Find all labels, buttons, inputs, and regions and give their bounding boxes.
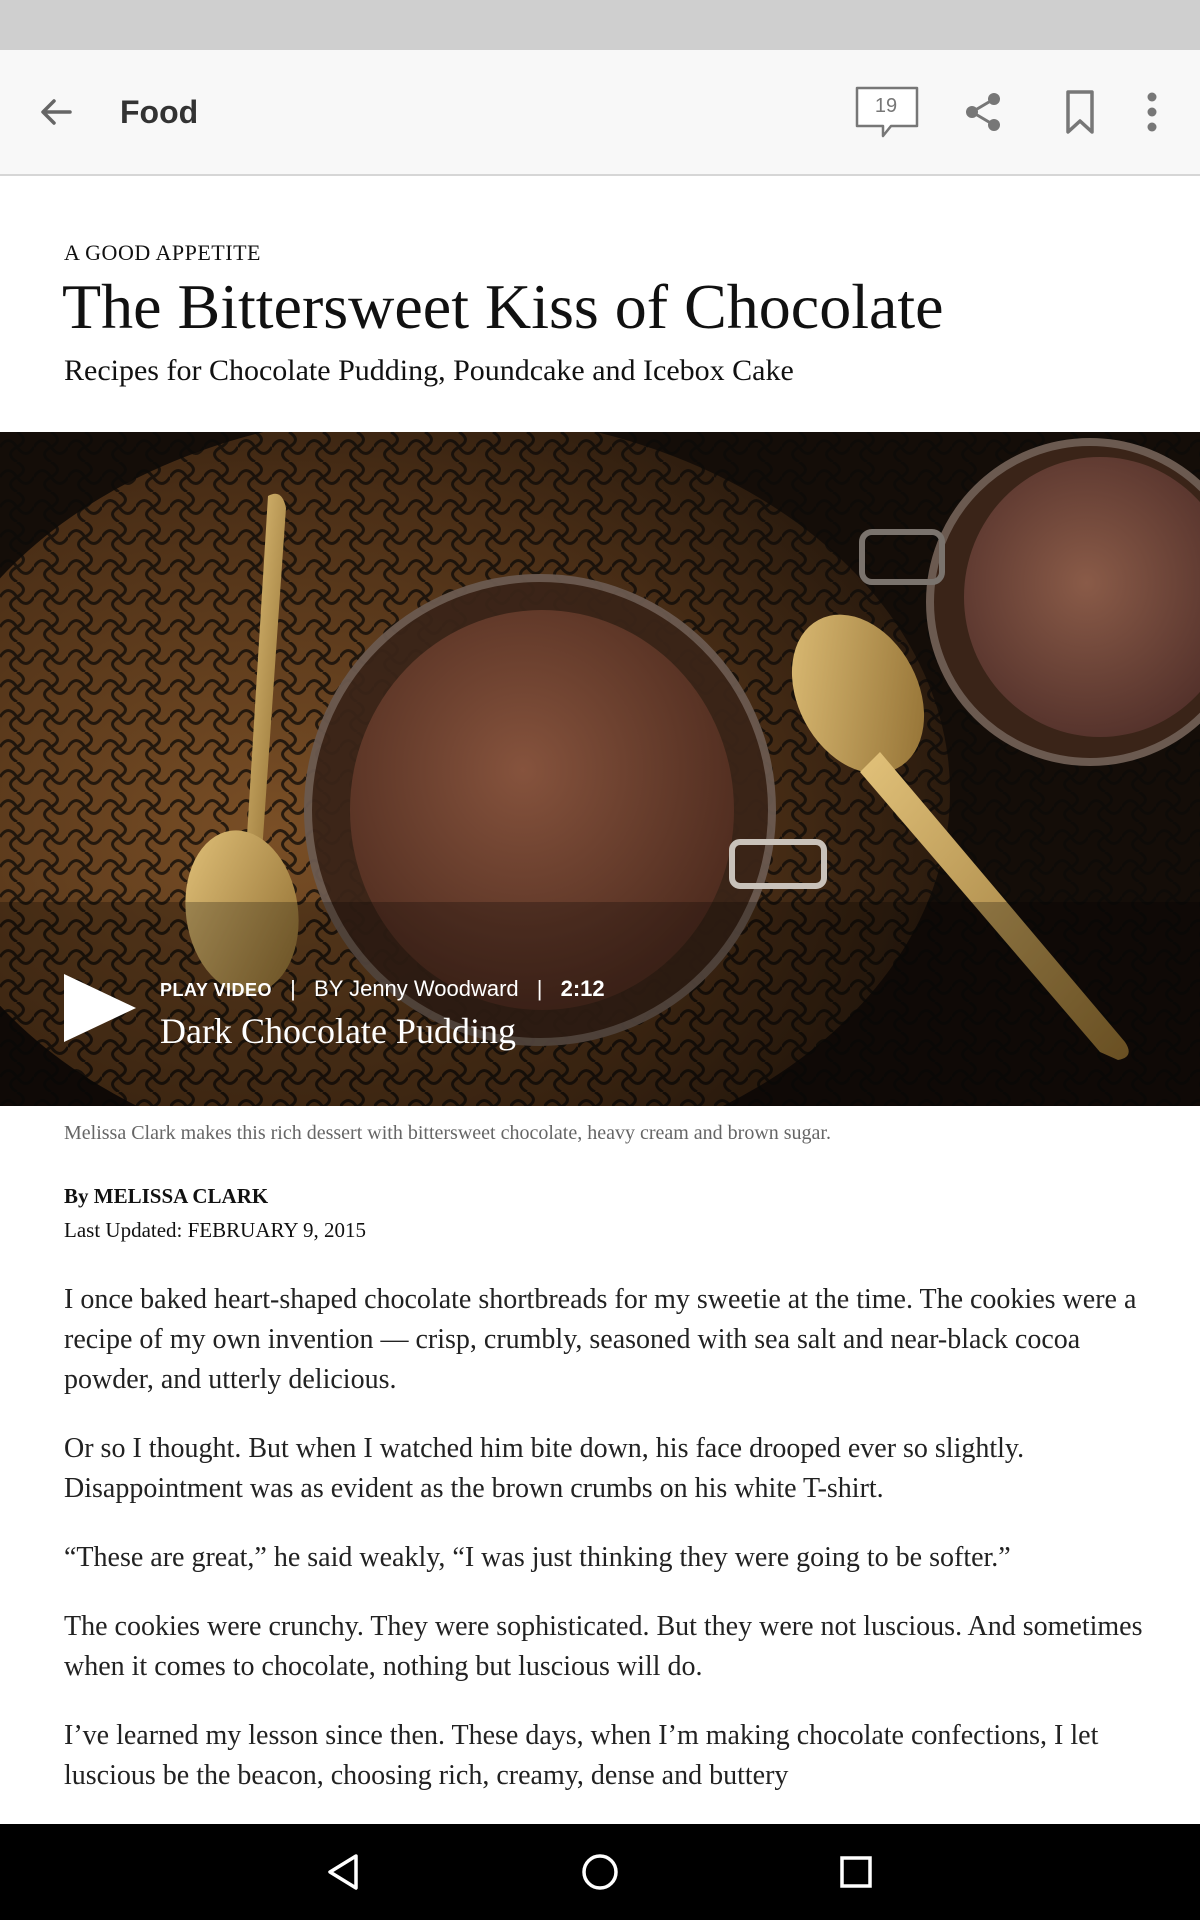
video-meta: PLAY VIDEO | BY Jenny Woodward | 2:12 [160, 976, 605, 1002]
comments-button[interactable]: 19 [855, 86, 921, 142]
article-deck: Recipes for Chocolate Pudding, Poundcake… [64, 354, 794, 387]
system-nav-bar [0, 1824, 1200, 1920]
video-duration: 2:12 [560, 976, 605, 1001]
section-title: Food [120, 94, 199, 130]
play-video-button[interactable] [62, 970, 138, 1046]
back-button[interactable] [30, 86, 82, 138]
circle-home-icon [582, 1854, 618, 1890]
comment-count: 19 [874, 95, 898, 117]
app-bar: Food 19 [0, 50, 1200, 176]
last-updated: Last Updated: FEBRUARY 9, 2015 [64, 1218, 366, 1242]
nav-recents-button[interactable] [832, 1848, 880, 1896]
article-byline[interactable]: By MELISSA CLARK [64, 1184, 268, 1209]
paragraph: I’ve learned my lesson since then. These… [64, 1720, 1099, 1791]
paragraph: “These are great,” he said weakly, “I wa… [64, 1542, 1011, 1573]
play-icon [64, 974, 136, 1042]
status-bar [0, 0, 1200, 50]
more-options-button[interactable] [1138, 88, 1166, 136]
video-player[interactable]: PLAY VIDEO | BY Jenny Woodward | 2:12 Da… [0, 432, 1200, 1106]
meta-separator: | [290, 976, 296, 1001]
share-icon [966, 93, 1000, 131]
paragraph: The cookies were crunchy. They were soph… [64, 1611, 1143, 1682]
image-caption: Melissa Clark makes this rich dessert wi… [64, 1122, 831, 1144]
article-body: I once baked heart-shaped chocolate shor… [64, 1280, 1144, 1824]
meta-separator: | [536, 976, 543, 1001]
video-thumbnail [0, 432, 1200, 1106]
paragraph: I once baked heart-shaped chocolate shor… [64, 1284, 1137, 1395]
arrow-left-icon [41, 99, 72, 125]
nav-home-button[interactable] [576, 1848, 624, 1896]
article-headline: The Bittersweet Kiss of Chocolate [62, 271, 944, 342]
video-byline: BY Jenny Woodward [314, 976, 519, 1001]
nav-back-button[interactable] [320, 1848, 368, 1896]
play-video-label[interactable]: PLAY VIDEO [160, 980, 272, 1000]
square-recents-icon [840, 1856, 872, 1888]
bookmark-icon [1066, 90, 1094, 134]
share-button[interactable] [962, 90, 1006, 134]
article-kicker[interactable]: A GOOD APPETITE [64, 240, 261, 266]
bookmark-button[interactable] [1062, 88, 1098, 136]
triangle-back-icon [328, 1854, 358, 1890]
more-vertical-icon [1147, 92, 1157, 132]
video-title[interactable]: Dark Chocolate Pudding [160, 1010, 516, 1052]
paragraph: Or so I thought. But when I watched him … [64, 1433, 1025, 1504]
